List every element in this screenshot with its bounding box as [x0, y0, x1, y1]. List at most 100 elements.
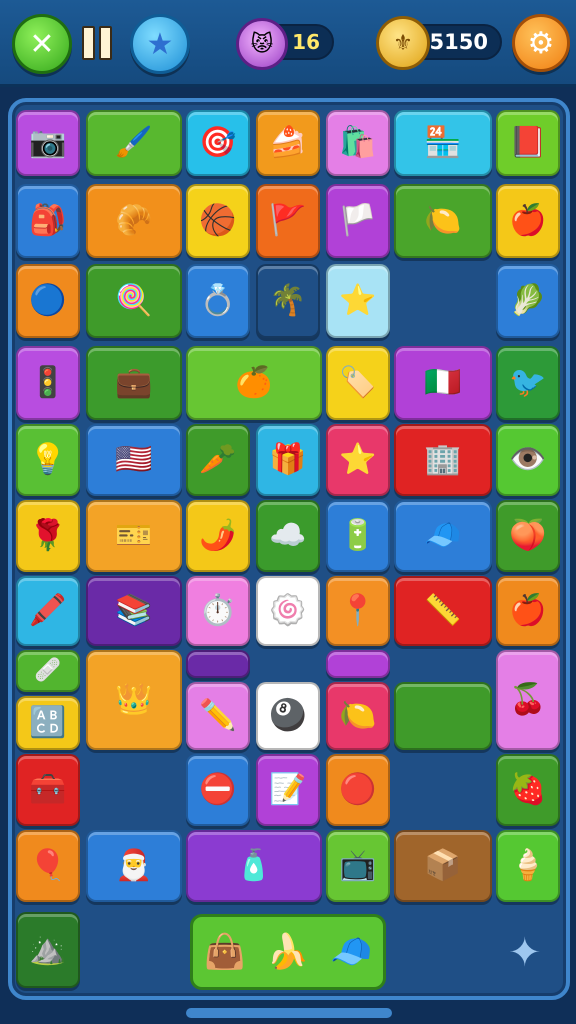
water-ball-tile[interactable]: 🔵	[16, 264, 80, 338]
traffic-light-tile[interactable]: 🚦	[16, 346, 80, 420]
paint-brush-tile[interactable]: 🖌️	[86, 110, 182, 176]
apple-icon: 🍎	[509, 593, 547, 628]
cloud-tile[interactable]: ☁️	[256, 500, 320, 572]
label-tile[interactable]: 🔠	[16, 696, 80, 750]
palm-trees-tile[interactable]: 🌴	[256, 264, 320, 338]
battery-tile[interactable]: 🔋	[326, 500, 390, 572]
leaf-tile[interactable]: 🥬	[496, 264, 560, 338]
ice-cream-tile[interactable]: 🍦	[496, 830, 560, 902]
santa-hat-tile[interactable]: 🎅	[86, 830, 182, 902]
clock-tile[interactable]: ⏱️	[186, 576, 250, 646]
purple-bar-tile[interactable]	[186, 650, 250, 678]
sticker-tile[interactable]: 🏷️	[326, 346, 390, 420]
heart-fruit-tile[interactable]: 🍑	[496, 500, 560, 572]
ring-tile[interactable]: 💍	[186, 264, 250, 338]
flag-ball-tile[interactable]: 🎱	[256, 682, 320, 750]
heart-fruit-icon: 🍑	[509, 518, 547, 553]
tv-tile[interactable]: 📺	[326, 830, 390, 902]
pause-icon[interactable]	[82, 26, 114, 60]
ring-icon: 💍	[199, 283, 237, 318]
lemon-tile[interactable]: 🍋	[326, 682, 390, 750]
balloon-tile[interactable]: 🎈	[16, 830, 80, 902]
close-button[interactable]: ✕	[12, 14, 72, 74]
hint-tray[interactable]: 👜 🍌 🧢	[190, 914, 386, 990]
pepper-icon: 🌶️	[199, 518, 237, 553]
tube-palms-tile[interactable]: 🧴	[186, 830, 322, 902]
swirl-tile[interactable]: 🍥	[256, 576, 320, 646]
ball-tile[interactable]: 🏀	[186, 184, 250, 258]
banana-icon[interactable]: 🍌	[267, 932, 309, 972]
camera-tile[interactable]: 📷	[16, 110, 80, 176]
star-tile[interactable]: ⭐	[326, 424, 390, 496]
books-tile[interactable]: 📚	[86, 576, 182, 646]
fruit-bowl-icon: 🍎	[509, 203, 547, 238]
bolivia-flag-tile[interactable]: 🏳️	[326, 184, 390, 258]
cap-icon: 🧢	[424, 518, 462, 553]
crayon-tile[interactable]: 🖍️	[16, 576, 80, 646]
clock-icon: ⏱️	[199, 593, 237, 628]
note-icon: 📝	[269, 772, 307, 807]
shop-tile[interactable]: 🏪	[394, 110, 492, 176]
tiara-tile[interactable]: 👑	[86, 650, 182, 750]
ball-icon: 🏀	[199, 203, 237, 238]
score-value: 5150	[429, 30, 488, 54]
lollipop-tile[interactable]: 🍭	[86, 264, 182, 338]
bag-icon[interactable]: 👜	[203, 932, 245, 972]
rose-tile[interactable]: 🌹	[16, 500, 80, 572]
strawberry-tile[interactable]: 🍓	[496, 754, 560, 826]
gift-box-icon: 🎁	[269, 442, 307, 477]
swirl-icon: 🍥	[269, 593, 307, 628]
bird-tile[interactable]: 🐦	[496, 346, 560, 420]
no-sign-tile[interactable]: ⛔	[186, 754, 250, 826]
origami-icon: ⭐	[339, 283, 377, 318]
bulb-tile[interactable]: 💡	[16, 424, 80, 496]
bandage-tile[interactable]: 🩹	[16, 650, 80, 692]
cap-tile[interactable]: 🧢	[394, 500, 492, 572]
sparkle-icon: ✦	[508, 930, 542, 976]
gift-box-tile[interactable]: 🎁	[256, 424, 320, 496]
bolivia-flag-icon: 🏳️	[339, 203, 377, 238]
book-tile[interactable]: 📕	[496, 110, 560, 176]
lollipop-icon: 🍭	[115, 283, 153, 318]
magenta-bar-tile[interactable]	[326, 650, 390, 678]
pepper-tile[interactable]: 🌶️	[186, 500, 250, 572]
moves-value: 16	[292, 30, 320, 54]
cap-icon[interactable]: 🧢	[330, 932, 372, 972]
balloon-icon: 🎈	[29, 848, 67, 883]
apple-tile[interactable]: 🍎	[496, 576, 560, 646]
pasta-tile[interactable]: 🥐	[86, 184, 182, 258]
orange-flag-tile[interactable]: 🍊	[186, 346, 322, 420]
briefcase-tile[interactable]: 💼	[86, 346, 182, 420]
backpack-tile[interactable]: 🎒	[16, 184, 80, 258]
pin-tile[interactable]: 📍	[326, 576, 390, 646]
origami-tile[interactable]: ⭐	[326, 264, 390, 338]
note-tile[interactable]: 📝	[256, 754, 320, 826]
carrot-tile[interactable]: 🥕	[186, 424, 250, 496]
bulb-icon: 💡	[29, 442, 67, 477]
eye-tile[interactable]: 👁️	[496, 424, 560, 496]
star-button[interactable]: ★	[130, 14, 190, 74]
target-tile[interactable]: 🎯	[186, 110, 250, 176]
building-tile[interactable]: 🏢	[394, 424, 492, 496]
home-indicator	[186, 1008, 392, 1018]
settings-button[interactable]: ⚙	[512, 14, 570, 72]
ticket-tile[interactable]: 🎫	[86, 500, 182, 572]
fruit-bowl-tile[interactable]: 🍎	[496, 184, 560, 258]
tube-palms-icon: 🧴	[235, 848, 273, 883]
pencil-tile[interactable]: ✏️	[186, 682, 250, 750]
cake-tile[interactable]: 🍰	[256, 110, 320, 176]
red-button-tile[interactable]: 🔴	[326, 754, 390, 826]
us-flag-tile[interactable]: 🇺🇸	[86, 424, 182, 496]
italian-flag-tile[interactable]: 🇮🇹	[394, 346, 492, 420]
lemon-icon: 🍋	[339, 698, 377, 733]
player-avatar-icon[interactable]: 😾	[236, 18, 288, 70]
crate-tile[interactable]: 📦	[394, 830, 492, 902]
green-block-tile[interactable]	[394, 682, 492, 750]
hill-tile[interactable]: ⛰️	[16, 912, 80, 988]
flag-tile[interactable]: 🚩	[256, 184, 320, 258]
first-aid-tile[interactable]: 🧰	[16, 754, 80, 826]
lemon-eraser-tile[interactable]: 🍋	[394, 184, 492, 258]
cherry-tile[interactable]: 🍒	[496, 650, 560, 750]
ruler-tile[interactable]: 📏	[394, 576, 492, 646]
shopping-bag-tile[interactable]: 🛍️	[326, 110, 390, 176]
